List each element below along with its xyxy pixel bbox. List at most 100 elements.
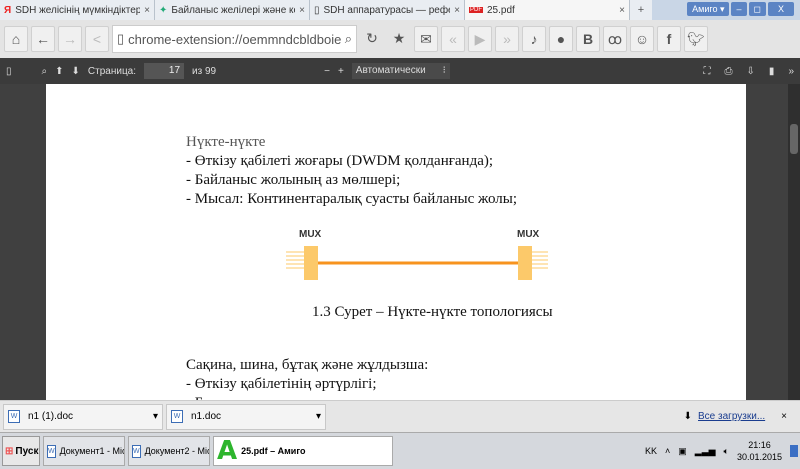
forward-icon[interactable]: → bbox=[58, 26, 82, 52]
page-label: Страница: bbox=[87, 65, 137, 77]
pdf-icon: PDF bbox=[469, 7, 483, 13]
url-text[interactable]: chrome-extension://oemmndcbldboiebfnladd… bbox=[128, 32, 341, 47]
taskbar: ⊞Пуск WДокумент1 - Micros... WДокумент2 … bbox=[0, 432, 800, 469]
show-desktop-button[interactable] bbox=[790, 445, 798, 457]
task-label: 25.pdf – Амиго bbox=[241, 446, 306, 456]
taskbar-item-amigo[interactable]: A 25.pdf – Амиго bbox=[213, 436, 393, 466]
page-count: из 99 bbox=[192, 65, 217, 77]
chat-icon[interactable]: ● bbox=[549, 26, 573, 52]
mail-icon[interactable]: ✉ bbox=[414, 26, 438, 52]
share-icon[interactable]: < bbox=[85, 26, 109, 52]
start-button[interactable]: ⊞ Пуск bbox=[2, 436, 40, 466]
zoom-out-button[interactable]: − bbox=[324, 66, 330, 77]
pdf-viewer[interactable]: Нүкте-нүкте - Өткізу қабілеті жоғары (DW… bbox=[0, 84, 788, 411]
music-icon[interactable]: ♪ bbox=[522, 26, 546, 52]
clock[interactable]: 21:16 30.01.2015 bbox=[737, 439, 782, 463]
page-icon: ▯ bbox=[314, 4, 320, 16]
text-line: Сақина, шина, бұтақ және жұлдызша: bbox=[186, 357, 429, 373]
mux-left-label: MUX bbox=[299, 229, 322, 240]
twitter-icon[interactable]: 🐦︎ bbox=[684, 26, 708, 52]
fullscreen-icon[interactable]: ⛶ bbox=[704, 66, 711, 77]
tab-sdh-mumkindikter[interactable]: Я SDH желісінің мүмкіндіктер × bbox=[0, 0, 155, 20]
clock-time: 21:16 bbox=[748, 440, 771, 450]
close-window-button[interactable]: X bbox=[767, 2, 794, 16]
figure-caption: 1.3 Сурет – Нүкте-нүкте топологиясы bbox=[312, 304, 553, 320]
more-tools-icon[interactable]: » bbox=[788, 66, 794, 77]
next-page-icon[interactable]: ⬇ bbox=[72, 66, 80, 77]
play-icon[interactable]: ▶ bbox=[468, 26, 492, 52]
chevron-down-icon[interactable]: ▾ bbox=[316, 411, 321, 422]
text-line: - Мысал: Континентаралық суасты байланыс… bbox=[186, 191, 518, 207]
language-indicator[interactable]: KK bbox=[645, 446, 657, 456]
vk-icon[interactable]: B bbox=[576, 26, 600, 52]
signal-icon[interactable]: ▂▃▅ bbox=[695, 446, 716, 457]
maximize-button[interactable]: ◻ bbox=[748, 2, 766, 16]
right-fibers bbox=[530, 251, 548, 269]
task-label: Документ2 - Micros... bbox=[144, 446, 209, 456]
scrollbar-thumb[interactable] bbox=[790, 124, 798, 154]
start-label: Пуск bbox=[15, 445, 39, 457]
moi-mir-icon[interactable]: ☺ bbox=[630, 26, 654, 52]
download-item[interactable]: Wn1 (1).doc ▾ bbox=[3, 403, 163, 430]
minimize-button[interactable]: – bbox=[731, 2, 747, 16]
left-fibers bbox=[286, 251, 304, 269]
tab-strip: Я SDH желісінің мүмкіндіктер × ✦ Байланыс ж… bbox=[0, 0, 800, 20]
zoom-value: Автоматически bbox=[355, 65, 426, 76]
star-icon[interactable]: ★ bbox=[387, 26, 411, 52]
volume-icon[interactable]: 🔈︎ bbox=[724, 446, 729, 457]
bookmark-icon[interactable]: ▮ bbox=[769, 66, 775, 77]
new-tab-button[interactable]: + bbox=[630, 0, 652, 20]
sidebar-toggle-icon[interactable]: ▯ bbox=[6, 66, 12, 77]
download-filename: n1 (1).doc bbox=[28, 411, 74, 422]
facebook-icon[interactable]: f bbox=[657, 26, 681, 52]
zoom-select[interactable]: Автоматически ⁝ bbox=[351, 63, 450, 79]
downloads-bar: Wn1 (1).doc ▾ Wn1.doc ▾ ⬇ Все загрузки... × bbox=[0, 400, 800, 432]
prev-page-icon[interactable]: ⬆ bbox=[55, 66, 63, 77]
close-downloads-button[interactable]: × bbox=[781, 411, 787, 422]
heading: Нүкте-нүкте bbox=[186, 134, 266, 150]
taskbar-item-document1[interactable]: WДокумент1 - Micros... bbox=[43, 436, 125, 466]
download-icon[interactable]: ⇩ bbox=[747, 66, 755, 77]
text-line: - Байланыс жолының аз мөлшері; bbox=[186, 172, 401, 188]
mux-right-label: MUX bbox=[517, 229, 540, 240]
taskbar-item-document2[interactable]: WДокумент2 - Micros... bbox=[128, 436, 210, 466]
download-icon: ⬇ bbox=[683, 411, 693, 422]
profile-button[interactable]: Амиго ▾ bbox=[687, 2, 730, 16]
home-icon[interactable]: ⌂ bbox=[4, 26, 28, 52]
close-icon[interactable]: × bbox=[454, 5, 460, 16]
page-number-input[interactable]: 17 bbox=[144, 63, 185, 79]
address-bar[interactable]: ▯ chrome-extension://oemmndcbldboiebfnla… bbox=[112, 25, 357, 53]
windows-logo-icon: ⊞ bbox=[5, 445, 14, 457]
tab-bailanys[interactable]: ✦ Байланыс желілері және ко × bbox=[155, 0, 310, 20]
task-label: Документ1 - Micros... bbox=[59, 446, 124, 456]
bird-icon: ✦ bbox=[159, 4, 168, 16]
zoom-in-button[interactable]: + bbox=[338, 66, 344, 77]
search-icon[interactable]: ⌕ bbox=[345, 31, 352, 47]
print-icon[interactable]: ⎙ bbox=[725, 66, 733, 77]
tab-label: 25.pdf bbox=[487, 4, 515, 16]
all-downloads-link[interactable]: Все загрузки... bbox=[698, 411, 765, 422]
chevron-down-icon[interactable]: ▾ bbox=[153, 411, 158, 422]
download-item[interactable]: Wn1.doc ▾ bbox=[166, 403, 326, 430]
word-doc-icon: W bbox=[171, 410, 183, 423]
usb-icon[interactable]: ▣ bbox=[678, 446, 687, 457]
text-line: - Өткізу қабілетінің әртүрлігі; bbox=[186, 376, 377, 392]
search-icon[interactable]: ⌕ bbox=[42, 66, 48, 77]
text-line: - Өткізу қабілеті жоғары (DWDM қолданған… bbox=[186, 153, 494, 169]
back-icon[interactable]: ← bbox=[31, 26, 55, 52]
prev-track-icon[interactable]: « bbox=[441, 26, 465, 52]
tab-sdh-apparatura[interactable]: ▯ SDH аппаратурасы — рефер × bbox=[310, 0, 465, 20]
browser-toolbar: ⌂ ← → < ▯ chrome-extension://oemmndcbldb… bbox=[0, 20, 800, 58]
close-icon[interactable]: × bbox=[144, 5, 150, 16]
odnoklassniki-icon[interactable]: ꝏ bbox=[603, 26, 627, 52]
tab-25-pdf[interactable]: PDF 25.pdf × bbox=[465, 0, 630, 20]
show-hidden-icons[interactable]: ˄ bbox=[665, 446, 670, 456]
word-doc-icon: W bbox=[47, 444, 56, 458]
yandex-icon: Я bbox=[4, 4, 12, 16]
scrollbar[interactable] bbox=[788, 84, 800, 400]
point-to-point-diagram: MUX MUX bbox=[286, 229, 548, 280]
next-track-icon[interactable]: » bbox=[495, 26, 519, 52]
close-icon[interactable]: × bbox=[619, 5, 625, 16]
reload-icon[interactable]: ↻ bbox=[360, 26, 384, 52]
close-icon[interactable]: × bbox=[299, 5, 305, 16]
